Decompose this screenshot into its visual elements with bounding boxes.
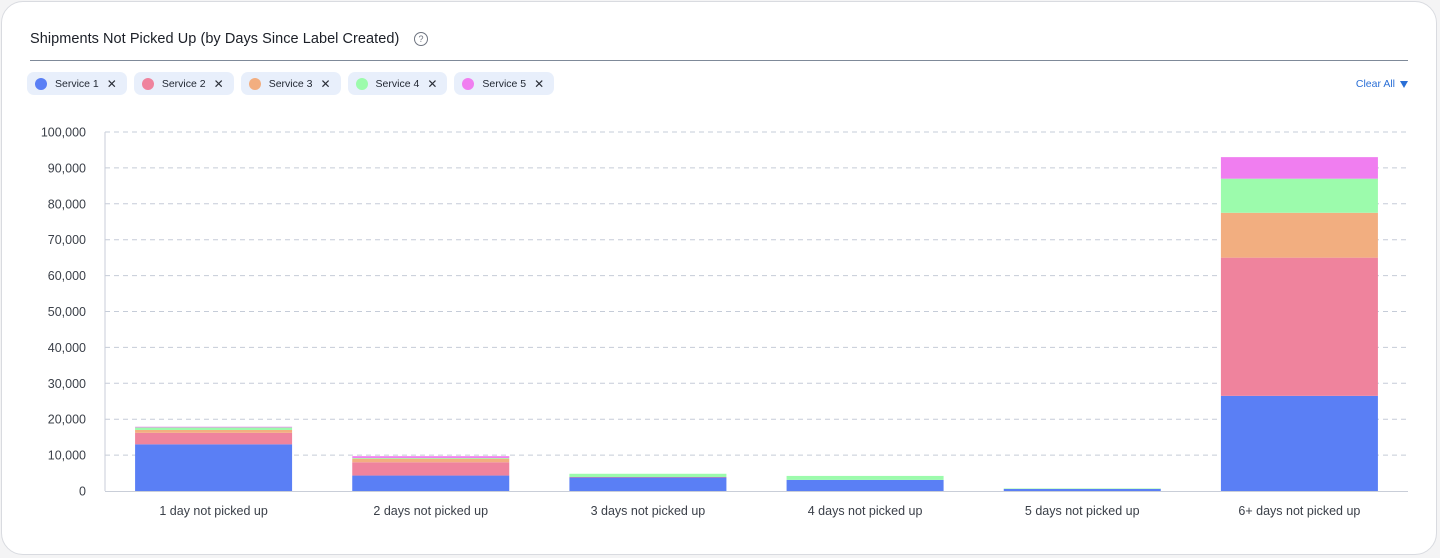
bar-segment: [1220, 178, 1378, 213]
bar-segment: [1220, 257, 1378, 396]
bar-segment: [135, 444, 293, 491]
bar-segment: [135, 426, 293, 428]
y-tick-label: 80,000: [48, 197, 86, 211]
bar-segment: [352, 458, 510, 463]
y-tick-label: 70,000: [48, 233, 86, 247]
bar-segment: [569, 477, 727, 491]
x-category-label: 2 days not picked up: [373, 504, 488, 518]
bar-segment: [135, 427, 293, 430]
bar-segment: [352, 475, 510, 491]
bar-segment: [1220, 395, 1378, 491]
bar-segment: [1220, 157, 1378, 179]
bar-segment: [569, 473, 727, 477]
y-tick-label: 100,000: [41, 126, 86, 140]
y-tick-label: 10,000: [48, 449, 86, 463]
bar-segment: [352, 456, 510, 458]
bar-segment: [569, 476, 727, 478]
y-tick-label: 50,000: [48, 305, 86, 319]
bar-segment: [352, 457, 510, 459]
x-category-label: 5 days not picked up: [1025, 504, 1140, 518]
y-tick-label: 0: [79, 485, 86, 499]
x-category-label: 1 day not picked up: [159, 504, 267, 518]
bar-segment: [786, 479, 944, 491]
bar-segment: [1220, 212, 1378, 258]
x-category-label: 6+ days not picked up: [1238, 504, 1360, 518]
y-tick-label: 40,000: [48, 341, 86, 355]
bar-segment: [135, 429, 293, 433]
x-category-label: 4 days not picked up: [808, 504, 923, 518]
bar-segment: [135, 432, 293, 445]
bar-segment: [1003, 488, 1161, 491]
x-category-label: 3 days not picked up: [591, 504, 706, 518]
bar-segment: [1003, 488, 1161, 489]
y-tick-label: 20,000: [48, 413, 86, 427]
bar-segment: [352, 462, 510, 476]
y-tick-label: 90,000: [48, 161, 86, 175]
bar-segment: [786, 475, 944, 480]
stacked-bar-chart: 0 10,000 20,000 30,000 40,000 50,000 60,000 70,…: [41, 126, 1408, 518]
y-tick-label: 30,000: [48, 377, 86, 391]
y-tick-label: 60,000: [48, 269, 86, 283]
